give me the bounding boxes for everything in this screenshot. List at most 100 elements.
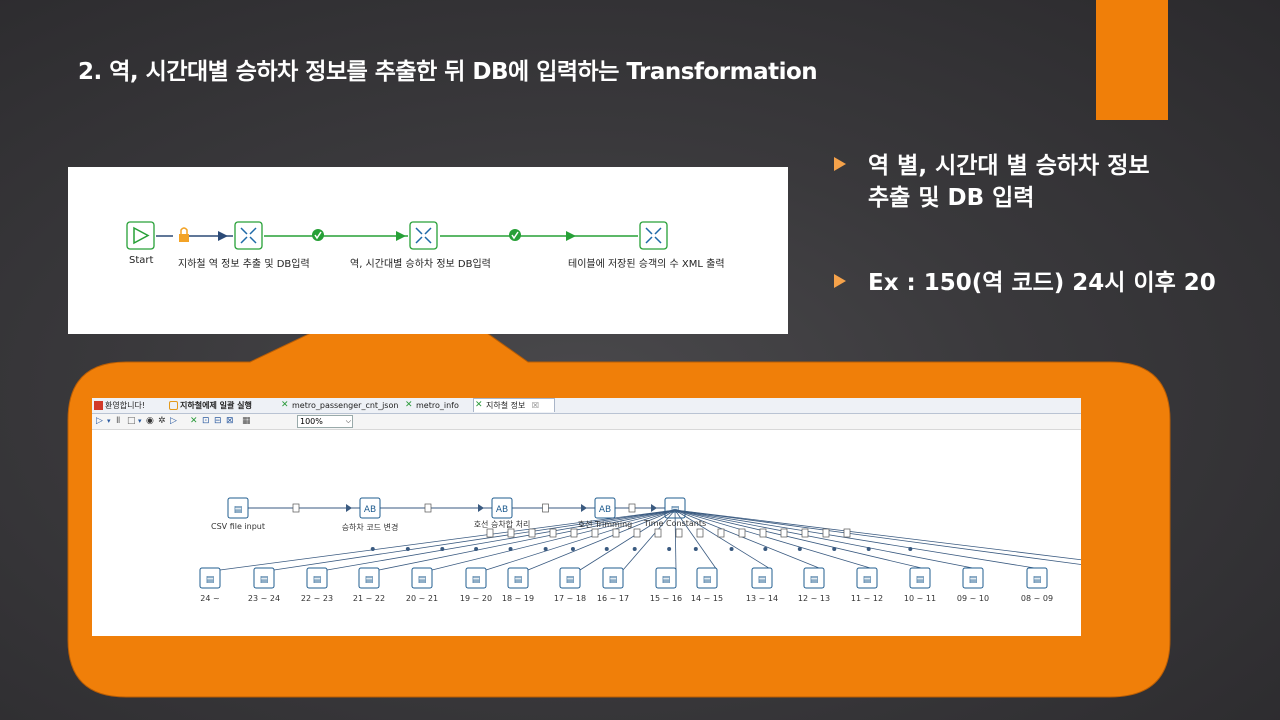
copy-icon — [542, 503, 549, 513]
copy-icon — [612, 528, 620, 538]
hop-line — [674, 509, 984, 571]
step-label: 10 ~ 11 — [903, 594, 937, 603]
copy-icon — [633, 528, 641, 538]
check-icon — [509, 229, 521, 241]
table-output-icon[interactable]: ▤ — [602, 567, 624, 589]
hop-arrow-icon — [478, 504, 484, 512]
table-output-icon[interactable]: ▤ — [856, 567, 878, 589]
copy-icon — [424, 503, 432, 513]
svg-text:▤: ▤ — [609, 575, 618, 585]
step-label: 승하차 코드 변경 — [341, 523, 399, 532]
svg-text:▤: ▤ — [703, 575, 712, 585]
hop-arrow-icon — [346, 504, 352, 512]
step-label: 호선 승차합 처리 — [473, 520, 531, 529]
table-output-icon[interactable]: ▤ — [696, 567, 718, 589]
copy-icon — [549, 528, 557, 538]
transformation-icon[interactable] — [409, 221, 438, 250]
transformation-icon[interactable] — [234, 221, 263, 250]
table-output-icon[interactable]: ▤ — [1026, 567, 1048, 589]
hop-arrow-icon — [570, 547, 575, 551]
step-label: 11 ~ 12 — [850, 594, 884, 603]
string-operations-icon[interactable]: AB — [491, 497, 513, 519]
step-label: 08 ~ 09 — [1020, 594, 1054, 603]
hop-line — [674, 509, 1048, 571]
svg-text:▤: ▤ — [863, 575, 872, 585]
svg-text:▤: ▤ — [514, 575, 523, 585]
hop-arrow-icon — [508, 547, 513, 551]
step-label: 24 ~ — [200, 594, 220, 603]
table-output-icon[interactable]: ▤ — [253, 567, 275, 589]
copy-icon — [591, 528, 599, 538]
hop-arrow-icon — [763, 547, 768, 551]
hop-arrow-icon — [632, 547, 637, 551]
svg-text:▤: ▤ — [365, 575, 374, 585]
table-output-icon[interactable]: ▤ — [411, 567, 433, 589]
table-output-icon[interactable]: ▤ — [199, 567, 221, 589]
hop-arrow-icon — [729, 547, 734, 551]
table-output-icon[interactable]: ▤ — [507, 567, 529, 589]
hop-arrow-icon — [797, 547, 802, 551]
hop-arrow-icon — [693, 547, 698, 551]
step-label: 13 ~ 14 — [745, 594, 779, 603]
copy-icon — [675, 528, 683, 538]
copy-icon — [628, 503, 636, 513]
copy-icon — [507, 528, 515, 538]
string-trim-icon[interactable]: AB — [594, 497, 616, 519]
svg-text:▤: ▤ — [260, 575, 269, 585]
copy-icon — [780, 528, 788, 538]
table-output-icon[interactable]: ▤ — [465, 567, 487, 589]
hop-arrow-icon — [440, 547, 445, 551]
step-label: Time Constants — [643, 519, 707, 528]
copy-icon — [738, 528, 746, 538]
step-label: 23 ~ 24 — [247, 594, 281, 603]
step-label: 15 ~ 16 — [649, 594, 683, 603]
table-output-icon[interactable]: ▤ — [358, 567, 380, 589]
step-label: 09 ~ 10 — [956, 594, 990, 603]
step-label: 16 ~ 17 — [596, 594, 630, 603]
svg-text:AB: AB — [364, 505, 376, 515]
lock-icon — [179, 227, 189, 242]
copy-icon — [822, 528, 830, 538]
value-mapper-icon[interactable]: AB — [359, 497, 381, 519]
step-label: 21 ~ 22 — [352, 594, 386, 603]
start-icon[interactable] — [126, 221, 155, 250]
job-hops — [126, 221, 668, 250]
svg-text:▤: ▤ — [1033, 575, 1042, 585]
hop-arrow-icon — [370, 547, 375, 551]
job-step-label: 테이블에 저장된 승객의 수 XML 출력 — [568, 259, 725, 270]
hop-arrow-icon — [405, 547, 410, 551]
svg-text:▤: ▤ — [758, 575, 767, 585]
hop-arrow-icon — [832, 547, 837, 551]
job-step-label: Start — [129, 255, 154, 266]
svg-text:▤: ▤ — [418, 575, 427, 585]
transformation-icon[interactable] — [639, 221, 668, 250]
step-label: 14 ~ 15 — [690, 594, 724, 603]
table-output-icon[interactable]: ▤ — [559, 567, 581, 589]
step-label: 19 ~ 20 — [459, 594, 493, 603]
job-step-label: 지하철 역 정보 추출 및 DB입력 — [178, 259, 310, 270]
hop-line — [431, 509, 676, 571]
step-label: 12 ~ 13 — [797, 594, 831, 603]
copy-icon — [654, 528, 662, 538]
table-output-icon[interactable]: ▤ — [751, 567, 773, 589]
table-output-icon[interactable]: ▤ — [962, 567, 984, 589]
job-step-label: 역, 시간대별 승하차 정보 DB입력 — [350, 259, 491, 270]
step-label: CSV file input — [211, 522, 265, 531]
copy-icon — [759, 528, 767, 538]
copy-icon — [717, 528, 725, 538]
csv-input-icon[interactable]: ▤ — [227, 497, 249, 519]
step-label: 20 ~ 21 — [405, 594, 439, 603]
table-output-icon[interactable]: ▤ — [909, 567, 931, 589]
table-output-icon[interactable]: ▤ — [655, 567, 677, 589]
svg-text:▤: ▤ — [472, 575, 481, 585]
hop-arrow-icon — [474, 547, 479, 551]
table-output-icon[interactable]: ▤ — [803, 567, 825, 589]
job-canvas: Start 지하철 역 정보 추출 및 DB입력 역, 시간대별 승하차 정보 … — [68, 167, 788, 334]
copy-icon — [696, 528, 704, 538]
step-label: 22 ~ 23 — [300, 594, 334, 603]
svg-text:▤: ▤ — [662, 575, 671, 585]
table-output-icon[interactable]: ▤ — [306, 567, 328, 589]
step-label: 17 ~ 18 — [553, 594, 587, 603]
svg-text:▤: ▤ — [234, 505, 243, 515]
svg-text:AB: AB — [496, 505, 508, 515]
